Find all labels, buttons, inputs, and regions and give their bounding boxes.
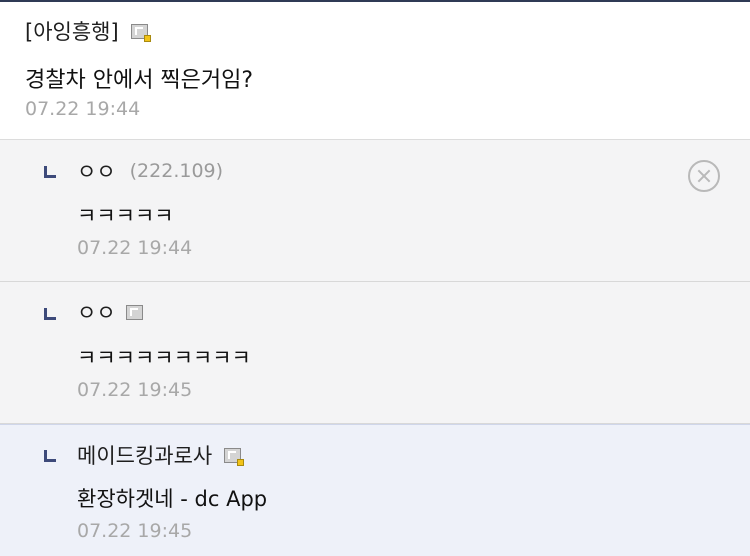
- reply-author[interactable]: ㅇㅇ: [77, 297, 143, 327]
- comment-text: 경찰차 안에서 찍은거임?: [25, 68, 254, 93]
- comment-author-name[interactable]: [아잉흥행]: [25, 16, 119, 46]
- fixed-user-badge-icon: [237, 458, 245, 466]
- gallog-icon[interactable]: [125, 304, 143, 320]
- reply-item: 메이드킹과로사 환장하겟네 - dc App 07.22 19:45: [0, 424, 750, 556]
- comment-author[interactable]: [아잉흥행]: [25, 16, 151, 46]
- reply-author[interactable]: ㅇㅇ (222.109): [77, 156, 223, 186]
- reply-author-name[interactable]: ㅇㅇ: [77, 156, 116, 186]
- reply-item: ㅇㅇ ㅋㅋㅋㅋㅋㅋㅋㅋㅋ 07.22 19:45: [0, 282, 750, 424]
- reply-author[interactable]: 메이드킹과로사: [77, 440, 245, 470]
- reply-item: ㅇㅇ (222.109) ㅋㅋㅋㅋㅋ 07.22 19:44: [0, 140, 750, 282]
- reply-date: 07.22 19:44: [77, 237, 193, 259]
- fixed-user-badge-icon: [143, 34, 151, 42]
- reply-text: ㅋㅋㅋㅋㅋ: [77, 204, 174, 228]
- comment-date: 07.22 19:44: [25, 98, 141, 120]
- reply-text: 환장하겟네 - dc App: [77, 487, 268, 511]
- reply-arrow-icon: [44, 166, 56, 178]
- reply-author-ip: (222.109): [129, 160, 224, 182]
- delete-icon[interactable]: [688, 160, 720, 192]
- reply-author-name[interactable]: ㅇㅇ: [77, 297, 116, 327]
- reply-arrow-icon: [44, 450, 56, 462]
- reply-date: 07.22 19:45: [77, 520, 193, 542]
- reply-date: 07.22 19:45: [77, 379, 193, 401]
- gallog-icon[interactable]: [224, 447, 245, 466]
- comment-main: [아잉흥행] 경찰차 안에서 찍은거임? 07.22 19:44: [0, 2, 750, 140]
- reply-arrow-icon: [44, 308, 56, 320]
- gallog-icon[interactable]: [130, 23, 151, 42]
- reply-author-name[interactable]: 메이드킹과로사: [77, 440, 212, 470]
- reply-text: ㅋㅋㅋㅋㅋㅋㅋㅋㅋ: [77, 346, 251, 370]
